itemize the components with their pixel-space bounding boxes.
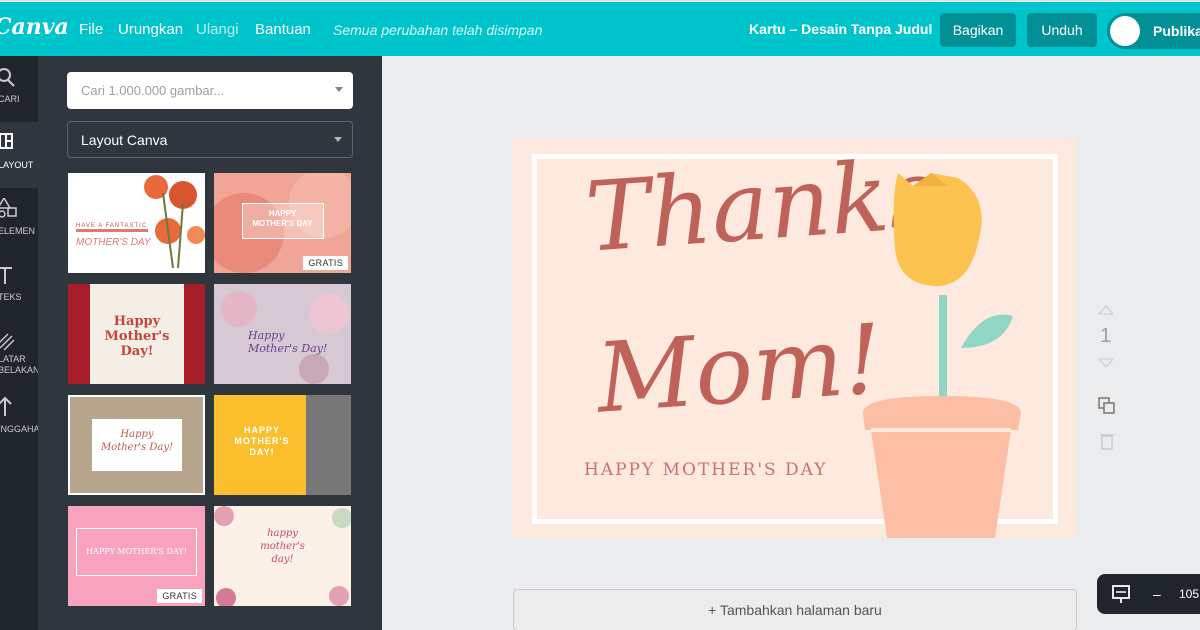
- search-icon: [0, 68, 15, 87]
- thumb-text: MOTHER'S DAY: [252, 219, 313, 228]
- rail-item-uploads[interactable]: UNGGAHAN: [0, 386, 46, 452]
- thumb-text: Mother's Day!: [100, 442, 174, 453]
- thumb-text: HAPPY: [243, 425, 280, 435]
- menu-help[interactable]: Bantuan: [255, 21, 311, 38]
- image-search-input[interactable]: Cari 1.000.000 gambar...: [67, 72, 353, 109]
- add-page-button[interactable]: + Tambahkan halaman baru: [513, 589, 1077, 630]
- rail-label-search: CARI: [0, 94, 20, 104]
- layout-thumbnail[interactable]: Happy Mother's Day!: [68, 284, 205, 384]
- chevron-down-icon: [335, 87, 343, 92]
- upload-icon: [0, 396, 12, 416]
- layout-select-value: Layout Canva: [81, 132, 168, 148]
- duplicate-page-icon[interactable]: [1097, 396, 1117, 416]
- thumb-text: HAPPY: [268, 209, 297, 218]
- download-button[interactable]: Unduh: [1027, 13, 1097, 47]
- family-photos: [306, 395, 351, 495]
- layout-thumbnail[interactable]: HAVE A FANTASTIC MOTHER'S DAY: [68, 173, 205, 273]
- layout-icon: [0, 133, 13, 149]
- tulip-pot-illustration[interactable]: [513, 138, 1077, 538]
- gratis-badge: GRATIS: [303, 256, 348, 270]
- elements-icon: [0, 198, 17, 218]
- toggle-knob: [1110, 16, 1140, 46]
- page-up-icon[interactable]: [1098, 305, 1114, 315]
- background-icon: [0, 333, 15, 351]
- present-icon[interactable]: [1111, 584, 1131, 604]
- thumb-text: Mother's Day!: [248, 342, 328, 355]
- thumb-text: Happy: [120, 429, 154, 440]
- thumb-text: MOTHER'S: [234, 436, 290, 446]
- publish-label: Publikas: [1153, 23, 1200, 39]
- thumb-text: HAVE A FANTASTIC: [76, 223, 148, 229]
- left-rail: CARI LAYOUT ELEMEN TEKS LATARBELAKANG UN…: [0, 56, 47, 630]
- thumb-text: mother's: [260, 541, 305, 552]
- design-artboard[interactable]: Thanks Mom! HAPPY MOTHER'S DAY: [513, 138, 1077, 538]
- text-icon: [0, 267, 12, 284]
- rail-item-background[interactable]: LATAR BELAKANG: [0, 320, 47, 386]
- thumb-text: day!: [271, 554, 294, 565]
- search-placeholder: Cari 1.000.000 gambar...: [81, 83, 225, 98]
- rail-label-text: TEKS: [0, 292, 22, 302]
- layout-thumbnail[interactable]: HAPPY MOTHER'S DAY!: [214, 395, 351, 495]
- rail-label-elements: ELEMEN: [0, 226, 36, 236]
- thumb-text: Happy: [248, 329, 285, 342]
- zoom-level[interactable]: 105: [1179, 587, 1199, 601]
- layout-thumbnail[interactable]: Happy Mother's Day!: [68, 395, 205, 495]
- rail-item-layout[interactable]: LAYOUT: [0, 122, 38, 188]
- delete-page-icon[interactable]: [1099, 432, 1115, 450]
- thumb-text: Happy: [113, 314, 161, 329]
- rail-item-text[interactable]: TEKS: [0, 254, 38, 320]
- menu-file[interactable]: File: [79, 21, 103, 38]
- page-down-icon[interactable]: [1098, 358, 1114, 368]
- rail-item-elements[interactable]: ELEMEN: [0, 188, 38, 254]
- rail-label-layout: LAYOUT: [0, 160, 34, 170]
- thumb-text: DAY!: [249, 447, 275, 457]
- rail-label-background-1: LATAR: [0, 354, 26, 364]
- layout-panel: Cari 1.000.000 gambar... Layout Canva HA…: [38, 56, 382, 630]
- chevron-down-icon: [334, 137, 342, 142]
- rail-item-search[interactable]: CARI: [0, 56, 38, 122]
- save-status: Semua perubahan telah disimpan: [333, 22, 543, 38]
- thumb-text: happy: [267, 528, 298, 539]
- layout-thumbnail[interactable]: happy mother's day!: [214, 506, 351, 606]
- share-button[interactable]: Bagikan: [940, 13, 1016, 47]
- thumb-text: Day!: [120, 344, 154, 359]
- thumb-text: MOTHER'S DAY: [76, 237, 151, 248]
- layout-select[interactable]: Layout Canva: [67, 121, 353, 158]
- menu-redo[interactable]: Ulangi: [196, 21, 239, 38]
- top-bar: Canva File Urungkan Ulangi Bantuan Semua…: [0, 0, 1200, 56]
- zoom-controls: – 105: [1097, 574, 1200, 614]
- layout-thumbnail[interactable]: Happy Mother's Day!: [214, 284, 351, 384]
- canva-logo[interactable]: Canva: [0, 14, 69, 40]
- layout-thumbnail[interactable]: HAPPY MOTHER'S DAY GRATIS: [214, 173, 351, 273]
- thumb-text: Mother's: [104, 329, 170, 344]
- gratis-badge: GRATIS: [157, 589, 202, 603]
- page-number: 1: [1100, 325, 1112, 347]
- layout-thumbnail[interactable]: HAPPY MOTHER'S DAY! GRATIS: [68, 506, 205, 606]
- thumb-text: HAPPY MOTHER'S DAY!: [86, 547, 187, 556]
- menu-undo[interactable]: Urungkan: [118, 21, 183, 38]
- publish-toggle[interactable]: Publikas: [1107, 13, 1200, 49]
- document-title[interactable]: Kartu – Desain Tanpa Judul: [749, 21, 932, 37]
- zoom-out-button[interactable]: –: [1153, 586, 1161, 602]
